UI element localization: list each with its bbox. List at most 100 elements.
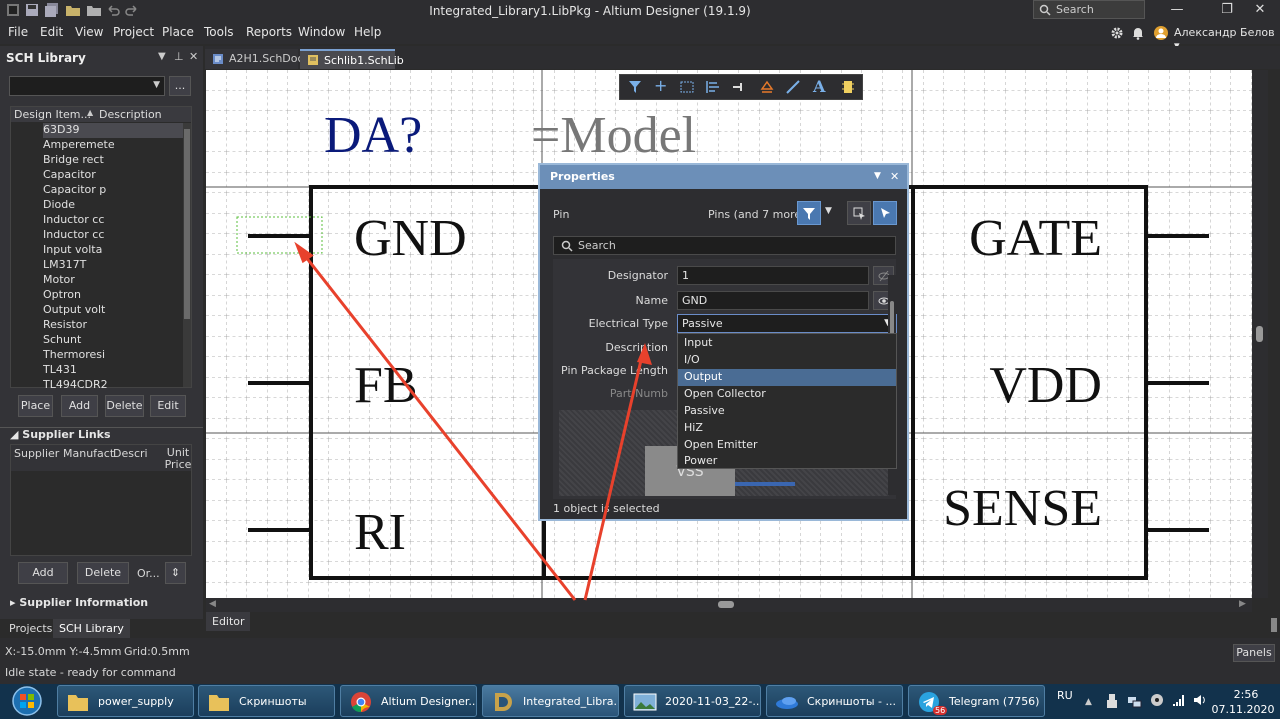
disk-icon[interactable] (1150, 693, 1164, 707)
panels-button[interactable]: Panels (1233, 644, 1275, 662)
canvas-vertical-scrollbar[interactable] (1252, 70, 1268, 598)
properties-title-bar[interactable]: Properties ▼ ✕ (540, 165, 907, 189)
settings-gear-icon[interactable] (1110, 26, 1124, 40)
menu-reports[interactable]: Reports (246, 25, 292, 39)
delete-button[interactable]: Delete (105, 395, 144, 417)
option-power[interactable]: Power (678, 453, 896, 470)
signal-bars-icon[interactable] (1172, 693, 1186, 707)
list-item[interactable]: Output volt (43, 303, 183, 318)
select-mode-button[interactable] (873, 201, 897, 225)
option-io[interactable]: I/O (678, 352, 896, 369)
filter-icon[interactable] (629, 81, 641, 93)
task-integrated-library[interactable]: Integrated_Libra... (482, 685, 619, 717)
task-image-viewer[interactable]: 2020-11-03_22-... (624, 685, 761, 717)
list-scrollbar[interactable] (183, 123, 191, 387)
move-cross-icon[interactable]: + (654, 78, 667, 94)
library-filter-select[interactable]: ▼ (9, 76, 165, 96)
menu-file[interactable]: File (8, 25, 28, 39)
list-item[interactable]: Diode (43, 198, 183, 213)
properties-search-input[interactable]: Search (553, 236, 896, 255)
menu-window[interactable]: Window (298, 25, 345, 39)
network-icon[interactable] (1128, 694, 1142, 708)
hscroll-thumb[interactable] (718, 601, 734, 608)
align-icon[interactable] (706, 80, 720, 94)
list-item[interactable]: Bridge rect (43, 153, 183, 168)
list-item[interactable]: LM317T (43, 258, 183, 273)
supplier-information-header[interactable]: ▸ Supplier Information (10, 596, 148, 609)
col-description[interactable]: Descri (113, 447, 148, 460)
properties-menu-chevron-icon[interactable]: ▼ (874, 171, 881, 181)
select-area-icon[interactable] (680, 81, 694, 93)
menu-view[interactable]: View (75, 25, 103, 39)
supplier-delete-button[interactable]: Delete (77, 562, 129, 584)
clock-time[interactable]: 2:56 (1220, 688, 1272, 701)
scroll-left-icon[interactable]: ◀ (209, 599, 216, 609)
filter-dropdown-chevron-icon[interactable]: ▼ (825, 206, 832, 216)
designator-field[interactable]: 1 (677, 266, 869, 285)
menu-edit[interactable]: Edit (40, 25, 63, 39)
tab-sch-library[interactable]: SCH Library (53, 619, 130, 638)
list-item[interactable]: Schunt (43, 333, 183, 348)
close-button[interactable]: ✕ (1245, 0, 1275, 20)
supplier-links-header[interactable]: ◢ Supplier Links (10, 428, 111, 441)
list-item[interactable]: Resistor (43, 318, 183, 333)
name-field[interactable]: GND (677, 291, 869, 310)
editor-tab[interactable]: Editor (206, 612, 250, 631)
option-hiz[interactable]: HiZ (678, 420, 896, 437)
order-updown-button[interactable]: ⇕ (165, 562, 186, 584)
task-chrome-altium[interactable]: Altium Designer... (340, 685, 477, 717)
option-output[interactable]: Output (678, 369, 896, 386)
menu-project[interactable]: Project (113, 25, 154, 39)
list-item[interactable]: TL494CDR2 (43, 378, 183, 393)
select-all-button[interactable] (847, 201, 871, 225)
list-item[interactable]: Input volta (43, 243, 183, 258)
supplier-add-button[interactable]: Add (18, 562, 68, 584)
right-scroll-thumb[interactable] (1271, 618, 1277, 632)
tab-schlib1-schlib[interactable]: Schlib1.SchLib (300, 49, 404, 69)
option-passive[interactable]: Passive (678, 403, 896, 420)
selection-filter-button[interactable] (797, 201, 821, 225)
tab-projects[interactable]: Projects (9, 622, 52, 635)
task-telegram[interactable]: 56 Telegram (7756) (908, 685, 1045, 717)
text-icon[interactable]: A (813, 77, 825, 96)
option-open-emitter[interactable]: Open Emitter (678, 437, 896, 454)
task-screenshots-folder[interactable]: Скриншоты (198, 685, 335, 717)
panel-menu-chevron-icon[interactable]: ▼ (158, 51, 166, 62)
list-item[interactable]: Capacitor p (43, 183, 183, 198)
menu-help[interactable]: Help (354, 25, 381, 39)
clock-date[interactable]: 07.11.2020 (1210, 703, 1276, 716)
list-item[interactable]: Thermoresi (43, 348, 183, 363)
list-item[interactable]: Inductor cc (43, 228, 183, 243)
col-supplier[interactable]: Supplier (14, 447, 59, 460)
panel-pin-icon[interactable]: ⊥ (174, 50, 184, 63)
part-icon[interactable] (842, 80, 854, 94)
speaker-icon[interactable] (1193, 693, 1207, 707)
usb-device-icon[interactable] (1106, 694, 1118, 708)
menu-tools[interactable]: Tools (204, 25, 234, 39)
line-icon[interactable] (786, 80, 800, 94)
col-unit-price[interactable]: Unit Price (163, 447, 193, 471)
canvas-horizontal-scrollbar[interactable]: ◀ ▶ (206, 598, 1252, 612)
column-design-item[interactable]: Design Item... (14, 108, 91, 121)
add-button[interactable]: Add (61, 395, 98, 417)
user-avatar[interactable] (1153, 25, 1169, 41)
task-cloud-screenshots[interactable]: Скриншоты - ... (766, 685, 903, 717)
scroll-right-icon[interactable]: ▶ (1239, 599, 1246, 609)
tab-a2h1-schdoc[interactable]: A2H1.SchDoc (205, 49, 304, 69)
tray-expand-icon[interactable]: ▲ (1085, 697, 1092, 707)
place-pin-icon[interactable] (733, 80, 747, 94)
col-manufacturer[interactable]: Manufact (63, 447, 114, 460)
maximize-button[interactable]: ❐ (1212, 0, 1242, 20)
list-item[interactable]: Inductor cc (43, 213, 183, 228)
option-input[interactable]: Input (678, 335, 896, 352)
column-description[interactable]: Description (99, 108, 162, 121)
menu-place[interactable]: Place (162, 25, 194, 39)
notifications-bell-icon[interactable] (1132, 26, 1144, 40)
panel-close-icon[interactable]: ✕ (189, 50, 198, 63)
language-indicator[interactable]: RU (1057, 689, 1073, 702)
place-button[interactable]: Place (18, 395, 53, 417)
browse-button[interactable]: ... (169, 76, 191, 96)
list-item[interactable]: Motor (43, 273, 183, 288)
minimize-button[interactable]: — (1162, 0, 1192, 20)
properties-close-icon[interactable]: ✕ (890, 170, 899, 183)
